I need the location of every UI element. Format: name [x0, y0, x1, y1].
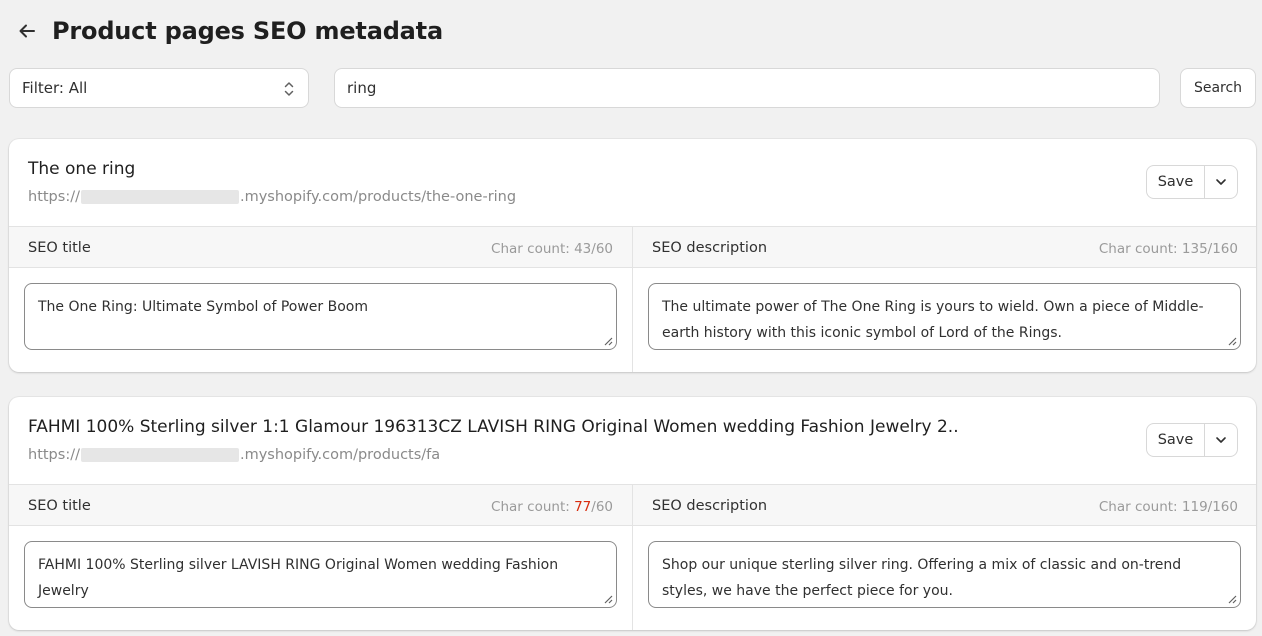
over-limit-count: 77 [574, 499, 592, 515]
seo-title-textarea[interactable]: FAHMI 100% Sterling silver LAVISH RING O… [24, 541, 617, 608]
url-suffix: .myshopify.com/products/fa [239, 447, 441, 463]
page-header: Product pages SEO metadata [16, 14, 443, 48]
product-card: FAHMI 100% Sterling silver 1:1 Glamour 1… [9, 397, 1256, 630]
search-input[interactable] [334, 68, 1160, 108]
save-button-group: Save [1146, 165, 1238, 199]
column-divider [632, 226, 633, 372]
product-name: FAHMI 100% Sterling silver 1:1 Glamour 1… [28, 417, 959, 437]
resize-handle-icon[interactable] [1228, 595, 1237, 604]
product-url[interactable]: https:// .myshopify.com/products/the-one… [28, 189, 516, 205]
seo-title-textarea[interactable]: The One Ring: Ultimate Symbol of Power B… [24, 283, 617, 350]
url-prefix: https:// [28, 447, 80, 463]
seo-description-value: The ultimate power of The One Ring is yo… [662, 299, 1204, 341]
select-chevron-icon [284, 82, 294, 96]
seo-description-textarea[interactable]: The ultimate power of The One Ring is yo… [648, 283, 1241, 350]
resize-handle-icon[interactable] [604, 337, 613, 346]
seo-description-char-count: Char count: 135/160 [1098, 241, 1238, 257]
url-prefix: https:// [28, 189, 80, 205]
seo-title-label: SEO title [28, 240, 91, 256]
column-divider [632, 484, 633, 630]
product-card: The one ring https:// .myshopify.com/pro… [9, 139, 1256, 372]
save-options-button[interactable] [1205, 166, 1237, 198]
resize-handle-icon[interactable] [1228, 337, 1237, 346]
seo-title-value: FAHMI 100% Sterling silver LAVISH RING O… [38, 557, 559, 599]
seo-description-textarea[interactable]: Shop our unique sterling silver ring. Of… [648, 541, 1241, 608]
seo-title-value: The One Ring: Ultimate Symbol of Power B… [38, 299, 368, 315]
product-url[interactable]: https:// .myshopify.com/products/fa [28, 447, 440, 463]
seo-description-label: SEO description [652, 240, 768, 256]
seo-title-char-count: Char count: 77/60 [491, 499, 613, 515]
filter-label: Filter: All [22, 79, 88, 97]
url-suffix: .myshopify.com/products/the-one-ring [239, 189, 517, 205]
product-name: The one ring [28, 159, 136, 179]
redacted-store-name [80, 190, 239, 204]
save-button-group: Save [1146, 423, 1238, 457]
save-options-button[interactable] [1205, 424, 1237, 456]
seo-description-label: SEO description [652, 498, 768, 514]
back-button[interactable] [16, 20, 38, 42]
save-button[interactable]: Save [1147, 424, 1205, 456]
save-button[interactable]: Save [1147, 166, 1205, 198]
search-button[interactable]: Search [1180, 68, 1256, 108]
redacted-store-name [80, 448, 239, 462]
seo-description-value: Shop our unique sterling silver ring. Of… [662, 557, 1182, 599]
page-title: Product pages SEO metadata [52, 17, 443, 45]
seo-title-label: SEO title [28, 498, 91, 514]
chevron-down-icon [1216, 179, 1226, 185]
filter-select[interactable]: Filter: All [9, 68, 309, 108]
arrow-left-icon [19, 24, 35, 38]
chevron-down-icon [1216, 437, 1226, 443]
resize-handle-icon[interactable] [604, 595, 613, 604]
seo-title-char-count: Char count: 43/60 [491, 241, 613, 257]
seo-description-char-count: Char count: 119/160 [1098, 499, 1238, 515]
